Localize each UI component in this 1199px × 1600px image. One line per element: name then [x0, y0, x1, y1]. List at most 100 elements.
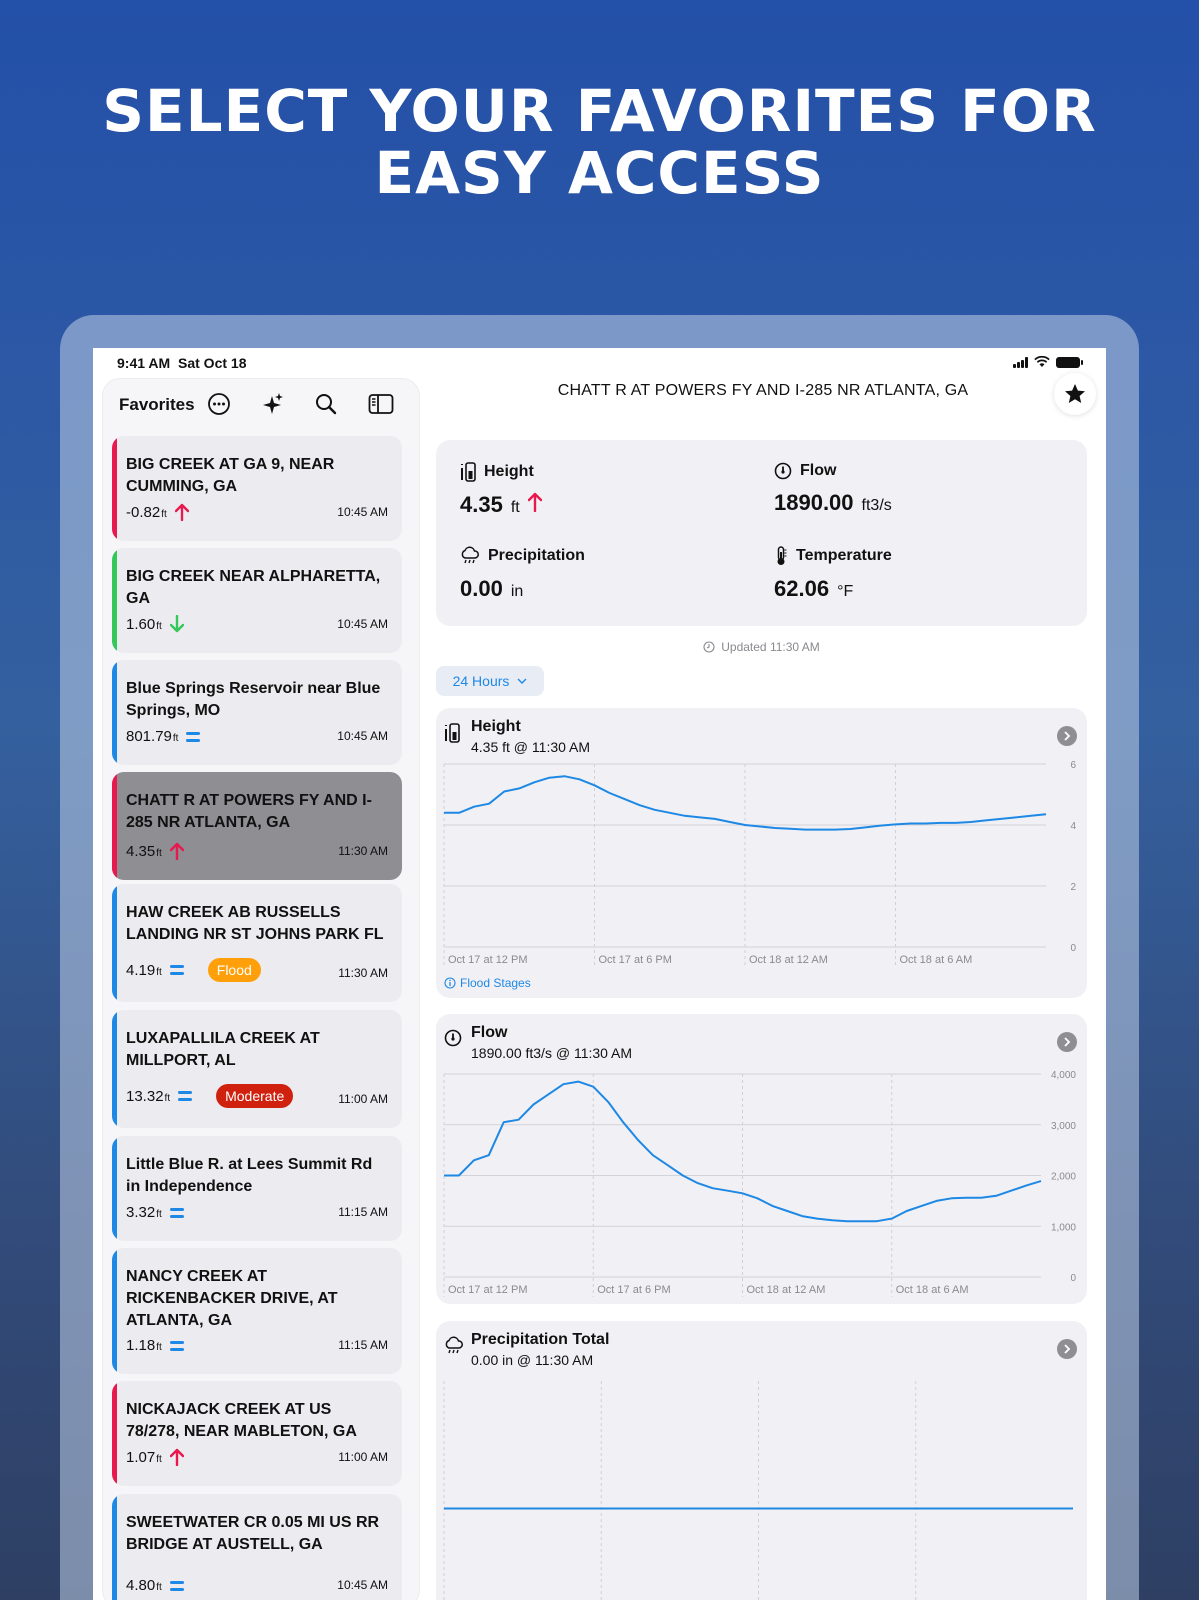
cloud-rain-icon	[461, 546, 479, 564]
gauge-icon	[774, 462, 792, 480]
flow-chart-card[interactable]: Flow 1890.00 ft3/s @ 11:30 AM 0 1,000 2,00…	[436, 1014, 1087, 1304]
station-reading: 1.60 ft	[126, 615, 184, 633]
trend-accent-bar	[112, 660, 117, 765]
search-icon[interactable]	[313, 391, 339, 417]
arrow-up-icon	[169, 842, 184, 860]
station-name: NANCY CREEK AT RICKENBACKER DRIVE, AT AT…	[126, 1268, 338, 1329]
reading-value: 1.07	[126, 1448, 156, 1466]
steady-icon	[178, 1091, 193, 1101]
reading-time: 10:45 AM	[337, 729, 388, 743]
chevron-right-icon[interactable]	[1057, 726, 1077, 746]
trend-accent-bar	[112, 436, 117, 541]
station-title: CHATT R AT POWERS FY AND I-285 NR ATLANT…	[557, 382, 969, 399]
favorite-card[interactable]: BIG CREEK AT GA 9, NEAR CUMMING, GA -0.8…	[112, 436, 402, 541]
station-name: NICKAJACK CREEK AT US 78/278, NEAR MABLE…	[126, 1401, 357, 1440]
reading-time: 11:00 AM	[338, 1450, 388, 1464]
headline: SELECT YOUR FAVORITES FOR EASY ACCESS	[0, 80, 1199, 204]
reading-value: 801.79	[126, 728, 172, 745]
favorite-card[interactable]: Little Blue R. at Lees Summit Rd in Inde…	[112, 1136, 402, 1241]
station-reading: 4.19 ft Flood	[126, 958, 261, 982]
station-reading: -0.82 ft	[126, 503, 189, 521]
headline-line-2: EASY ACCESS	[374, 139, 825, 207]
y-tick-label: 4,000	[1051, 1070, 1076, 1081]
height-chart-card[interactable]: Height 4.35 ft @ 11:30 AM 0 2 4 6 Oct 17 at …	[436, 708, 1087, 998]
arrow-up-icon	[527, 492, 542, 512]
reading-unit: ft	[156, 1453, 162, 1465]
favorites-sidebar: Favorites BIG CREEK AT GA 9, NEAR CUMMIN…	[102, 378, 420, 1600]
status-badge: Flood	[207, 958, 261, 982]
y-tick-label: 2	[1070, 882, 1076, 893]
wifi-icon	[1034, 356, 1050, 367]
chevron-down-icon	[517, 678, 527, 684]
trend-accent-bar	[112, 1248, 117, 1374]
chart-title: Height	[471, 718, 521, 735]
trend-accent-bar	[112, 884, 117, 1002]
precipitation-metric: Precipitation 0.00 in	[460, 546, 585, 602]
sparkles-icon[interactable]	[260, 391, 286, 417]
updated-timestamp: Updated 11:30 AM	[436, 640, 1087, 654]
sidebar-toggle-icon[interactable]	[368, 391, 394, 417]
y-tick-label: 0	[1070, 943, 1076, 954]
reading-unit: ft	[156, 1582, 162, 1593]
favorite-card[interactable]: LUXAPALLILA CREEK AT MILLPORT, AL 13.32 …	[112, 1010, 402, 1128]
steady-icon	[186, 731, 201, 742]
station-name: Little Blue R. at Lees Summit Rd in Inde…	[126, 1156, 373, 1195]
y-tick-label: 0	[1070, 1273, 1076, 1284]
station-reading: 3.32 ft	[126, 1204, 184, 1221]
favorite-card[interactable]: SWEETWATER CR 0.05 MI US RR BRIDGE AT AU…	[112, 1494, 402, 1600]
trend-accent-bar	[112, 1381, 117, 1486]
arrow-up-icon	[174, 503, 189, 521]
favorite-card[interactable]: HAW CREEK AB RUSSELLS LANDING NR ST JOHN…	[112, 884, 402, 1002]
station-name: SWEETWATER CR 0.05 MI US RR BRIDGE AT AU…	[126, 1514, 380, 1553]
trend-accent-bar	[112, 1010, 117, 1128]
chart-title: Flow	[471, 1024, 508, 1041]
trend-accent-bar	[112, 548, 117, 653]
temperature-metric: Temperature 62.06 °F	[774, 546, 892, 602]
reading-value: 1.18	[126, 1337, 156, 1354]
y-tick-label: 1,000	[1051, 1222, 1076, 1233]
station-name: BIG CREEK NEAR ALPHARETTA, GA	[126, 568, 381, 607]
info-icon	[444, 977, 456, 989]
x-tick-label: Oct 17 at 6 PM	[599, 954, 672, 966]
favorite-star-button[interactable]	[1054, 373, 1096, 415]
reading-value: 3.32	[126, 1204, 156, 1221]
x-tick-label: Oct 18 at 12 AM	[749, 954, 828, 966]
reading-value: 13.32	[126, 1087, 164, 1105]
reading-unit: ft	[164, 1092, 171, 1104]
status-bar: 9:41 AM Sat Oct 18	[93, 348, 1106, 378]
status-date: Sat Oct 18	[178, 355, 247, 371]
flood-stages-link[interactable]: Flood Stages	[444, 976, 531, 990]
reading-unit: ft	[172, 733, 179, 744]
ellipsis-circle-icon[interactable]	[206, 391, 232, 417]
status-badge: Moderate	[216, 1084, 294, 1108]
steady-icon	[169, 1207, 184, 1218]
height-chart: 0 2 4 6 Oct 17 at 12 PM Oct 17 at 6 PM Oct 18 …	[443, 760, 1076, 967]
precipitation-label: Precipitation	[488, 547, 585, 564]
favorite-card[interactable]: CHATT R AT POWERS FY AND I-285 NR ATLANT…	[112, 772, 402, 880]
reading-value: 4.80	[126, 1577, 156, 1594]
height-value: 4.35	[460, 492, 503, 517]
station-name: LUXAPALLILA CREEK AT MILLPORT, AL	[126, 1030, 320, 1069]
cloud-rain-icon	[444, 1336, 464, 1361]
chevron-right-icon[interactable]	[1057, 1339, 1077, 1359]
height-unit: ft	[510, 499, 520, 516]
favorite-card[interactable]: NICKAJACK CREEK AT US 78/278, NEAR MABLE…	[112, 1381, 402, 1486]
y-tick-label: 2,000	[1051, 1172, 1076, 1183]
favorite-card[interactable]: Blue Springs Reservoir near Blue Springs…	[112, 660, 402, 765]
time-range-select[interactable]: 24 Hours	[436, 666, 544, 696]
flow-chart: 0 1,000 2,000 3,000 4,000 Oct 17 at 12 PM Oct …	[443, 1070, 1076, 1297]
status-icons	[1013, 356, 1083, 368]
temperature-unit: °F	[837, 583, 854, 600]
precipitation-chart-card[interactable]: Precipitation Total 0.00 in @ 11:30 AM O…	[436, 1321, 1087, 1600]
chevron-right-icon[interactable]	[1057, 1032, 1077, 1052]
x-tick-label: Oct 17 at 12 PM	[448, 954, 527, 966]
favorite-card[interactable]: NANCY CREEK AT RICKENBACKER DRIVE, AT AT…	[112, 1248, 402, 1374]
updated-text: Updated 11:30 AM	[721, 640, 820, 654]
flow-label: Flow	[800, 462, 837, 479]
flow-value: 1890.00	[774, 490, 854, 515]
battery-icon	[1056, 356, 1083, 368]
flow-unit: ft3/s	[861, 497, 892, 514]
arrow-up-icon	[169, 1448, 184, 1466]
station-reading: 4.35 ft	[126, 842, 184, 860]
favorite-card[interactable]: BIG CREEK NEAR ALPHARETTA, GA 1.60 ft 10…	[112, 548, 402, 653]
